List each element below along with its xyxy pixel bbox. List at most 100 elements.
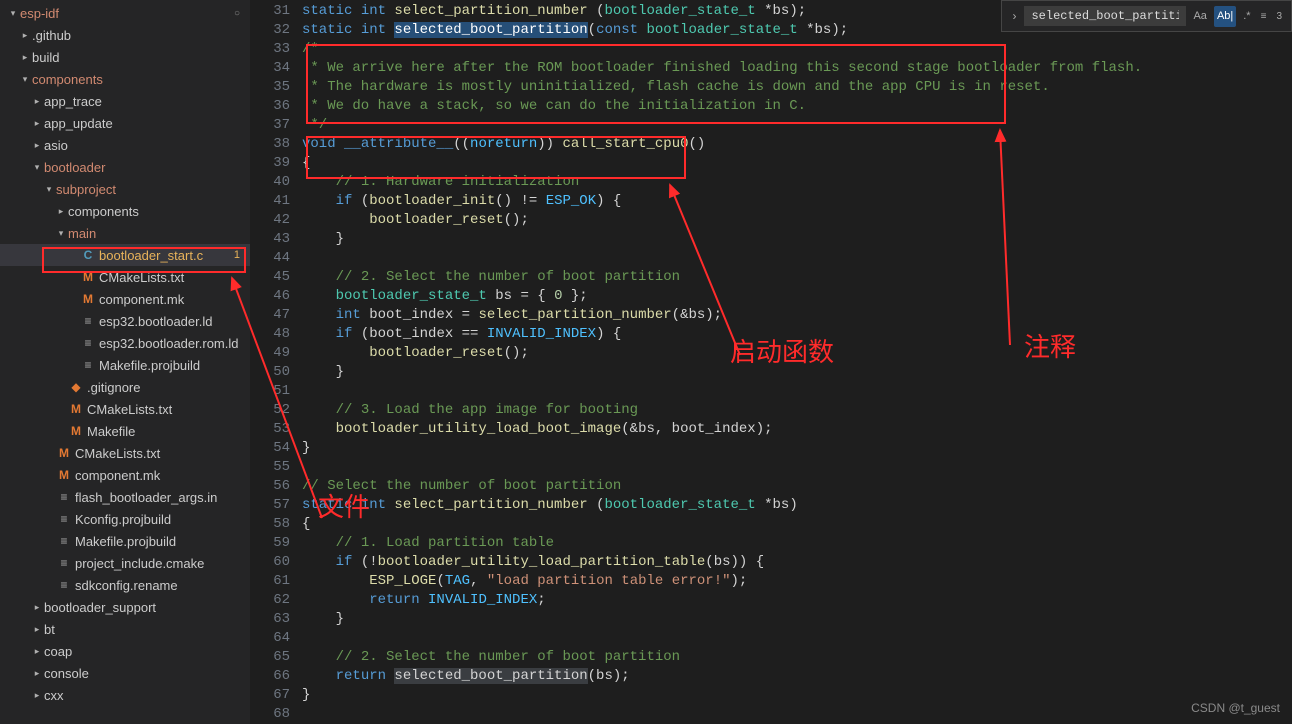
chevron-right-icon[interactable]: ▸ <box>54 206 68 217</box>
code-line[interactable]: bootloader_reset(); <box>302 344 1292 363</box>
file-row[interactable]: Mcomponent.mk <box>0 464 250 486</box>
file-row[interactable]: MMakefile <box>0 420 250 442</box>
line-number: 51 <box>250 382 290 401</box>
code-line[interactable] <box>302 382 1292 401</box>
code-line[interactable]: static int select_partition_number (boot… <box>302 2 1292 21</box>
folder-row[interactable]: ▾subproject <box>0 178 250 200</box>
code-line[interactable]: * We arrive here after the ROM bootloade… <box>302 59 1292 78</box>
code-line[interactable]: int boot_index = select_partition_number… <box>302 306 1292 325</box>
chevron-right-icon[interactable]: ▸ <box>18 30 32 41</box>
chevron-down-icon[interactable]: ▾ <box>54 228 68 239</box>
code-line[interactable]: if (!bootloader_utility_load_partition_t… <box>302 553 1292 572</box>
code-line[interactable]: // 1. Hardware initialization <box>302 173 1292 192</box>
chevron-right-icon[interactable]: ▸ <box>30 118 44 129</box>
file-row[interactable]: Cbootloader_start.c1 <box>0 244 250 266</box>
code-line[interactable]: // Select the number of boot partition <box>302 477 1292 496</box>
chevron-right-icon[interactable]: ▸ <box>30 96 44 107</box>
folder-row[interactable]: ▸build <box>0 46 250 68</box>
code-editor[interactable]: › Aa Ab| .* ≡ 3 313233343536373839404142… <box>250 0 1292 724</box>
folder-row[interactable]: ▾esp-idf○ <box>0 2 250 24</box>
code-line[interactable]: * The hardware is mostly uninitialized, … <box>302 78 1292 97</box>
code-line[interactable]: bootloader_reset(); <box>302 211 1292 230</box>
code-line[interactable]: } <box>302 230 1292 249</box>
tree-item-label: bootloader_start.c <box>99 248 203 263</box>
code-line[interactable]: bootloader_utility_load_boot_image(&bs, … <box>302 420 1292 439</box>
file-explorer[interactable]: ▾esp-idf○▸.github▸build▾components▸app_t… <box>0 0 250 724</box>
folder-row[interactable]: ▸app_trace <box>0 90 250 112</box>
code-line[interactable]: } <box>302 686 1292 705</box>
code-line[interactable]: // 1. Load partition table <box>302 534 1292 553</box>
folder-row[interactable]: ▸bootloader_support <box>0 596 250 618</box>
chevron-right-icon[interactable]: ▸ <box>30 624 44 635</box>
code-token: bs = { <box>495 288 554 304</box>
file-row[interactable]: MCMakeLists.txt <box>0 442 250 464</box>
code-line[interactable]: bootloader_state_t bs = { 0 }; <box>302 287 1292 306</box>
code-line[interactable]: * We do have a stack, so we can do the i… <box>302 97 1292 116</box>
code-area[interactable]: static int select_partition_number (boot… <box>302 2 1292 724</box>
file-row[interactable]: ≡flash_bootloader_args.in <box>0 486 250 508</box>
code-line[interactable]: } <box>302 439 1292 458</box>
folder-row[interactable]: ▾bootloader <box>0 156 250 178</box>
folder-row[interactable]: ▾main <box>0 222 250 244</box>
code-line[interactable]: if (boot_index == INVALID_INDEX) { <box>302 325 1292 344</box>
folder-row[interactable]: ▸coap <box>0 640 250 662</box>
code-line[interactable]: } <box>302 363 1292 382</box>
chevron-down-icon[interactable]: ▾ <box>6 8 20 19</box>
file-row[interactable]: ≡project_include.cmake <box>0 552 250 574</box>
chevron-right-icon[interactable]: ▸ <box>30 668 44 679</box>
code-line[interactable]: */ <box>302 116 1292 135</box>
code-line[interactable]: void __attribute__((noreturn)) call_star… <box>302 135 1292 154</box>
file-row[interactable]: ≡Makefile.projbuild <box>0 530 250 552</box>
file-row[interactable]: ◆.gitignore <box>0 376 250 398</box>
code-token: int <box>361 497 395 513</box>
code-line[interactable] <box>302 249 1292 268</box>
code-line[interactable]: // 3. Load the app image for booting <box>302 401 1292 420</box>
file-row[interactable]: ≡Makefile.projbuild <box>0 354 250 376</box>
code-line[interactable]: static int select_partition_number (boot… <box>302 496 1292 515</box>
file-row[interactable]: MCMakeLists.txt <box>0 266 250 288</box>
code-line[interactable]: static int selected_boot_partition(const… <box>302 21 1292 40</box>
line-number: 63 <box>250 610 290 629</box>
code-line[interactable]: /* <box>302 40 1292 59</box>
code-token: } <box>302 687 310 703</box>
chevron-right-icon[interactable]: ▸ <box>30 140 44 151</box>
chevron-down-icon[interactable]: ▾ <box>30 162 44 173</box>
code-token: ; <box>537 592 545 608</box>
file-row[interactable]: ≡sdkconfig.rename <box>0 574 250 596</box>
code-line[interactable]: } <box>302 610 1292 629</box>
folder-row[interactable]: ▸app_update <box>0 112 250 134</box>
code-line[interactable] <box>302 629 1292 648</box>
code-line[interactable]: ESP_LOGE(TAG, "load partition table erro… <box>302 572 1292 591</box>
code-line[interactable]: return INVALID_INDEX; <box>302 591 1292 610</box>
tree-item-label: flash_bootloader_args.in <box>75 490 217 505</box>
folder-row[interactable]: ▾components <box>0 68 250 90</box>
chevron-right-icon[interactable]: ▸ <box>30 690 44 701</box>
file-row[interactable]: ≡Kconfig.projbuild <box>0 508 250 530</box>
code-line[interactable]: // 2. Select the number of boot partitio… <box>302 268 1292 287</box>
code-line[interactable]: { <box>302 515 1292 534</box>
file-row[interactable]: Mcomponent.mk <box>0 288 250 310</box>
folder-row[interactable]: ▸console <box>0 662 250 684</box>
code-line[interactable] <box>302 458 1292 477</box>
chevron-right-icon[interactable]: ▸ <box>18 52 32 63</box>
code-line[interactable]: return selected_boot_partition(bs); <box>302 667 1292 686</box>
file-row[interactable]: ≡esp32.bootloader.rom.ld <box>0 332 250 354</box>
chevron-down-icon[interactable]: ▾ <box>18 74 32 85</box>
folder-row[interactable]: ▸components <box>0 200 250 222</box>
chevron-down-icon[interactable]: ▾ <box>42 184 56 195</box>
chevron-right-icon[interactable]: ▸ <box>30 646 44 657</box>
tree-item-label: cxx <box>44 688 64 703</box>
code-line[interactable]: // 2. Select the number of boot partitio… <box>302 648 1292 667</box>
file-row[interactable]: ≡esp32.bootloader.ld <box>0 310 250 332</box>
code-line[interactable]: { <box>302 154 1292 173</box>
folder-row[interactable]: ▸bt <box>0 618 250 640</box>
file-row[interactable]: MCMakeLists.txt <box>0 398 250 420</box>
tree-item-label: subproject <box>56 182 116 197</box>
code-line[interactable]: if (bootloader_init() != ESP_OK) { <box>302 192 1292 211</box>
chevron-right-icon[interactable]: ▸ <box>30 602 44 613</box>
code-line[interactable] <box>302 705 1292 724</box>
folder-row[interactable]: ▸asio <box>0 134 250 156</box>
tree-item-label: app_update <box>44 116 113 131</box>
folder-row[interactable]: ▸.github <box>0 24 250 46</box>
folder-row[interactable]: ▸cxx <box>0 684 250 706</box>
